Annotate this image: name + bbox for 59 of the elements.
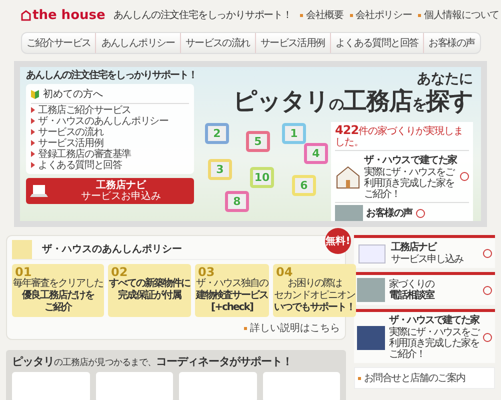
policy-lead: ザ・ハウス独自の xyxy=(196,278,268,290)
more-link[interactable]: 詳しい説明はこちら xyxy=(12,321,340,335)
policy-number: 02 xyxy=(111,266,128,278)
catchphrase: あんしんの注文住宅をしっかりサポート！ xyxy=(113,8,292,22)
hero-title: あんしんの注文住宅をしっかりサポート！ xyxy=(26,70,194,82)
sidebar-text: 実際にザ・ハウスをご利用頂き完成した家をご紹介！ xyxy=(389,327,479,360)
sidebar-title: ザ・ハウスで建てた家 xyxy=(389,315,479,326)
header-link[interactable]: 会社ポリシー xyxy=(350,8,412,22)
policy-text: 完成保証が付属 xyxy=(118,290,181,302)
navi-button[interactable]: 工務店ナビ サービスお申込み xyxy=(26,178,194,204)
laptop-icon xyxy=(30,184,48,198)
guide-link[interactable]: 工務店ご紹介サービス xyxy=(31,105,189,116)
policy-lead: セカンドオピニオン xyxy=(274,290,355,302)
logo[interactable]: the house xyxy=(20,8,106,22)
sidebar-link[interactable]: お問合せと店舗のご案内 xyxy=(354,367,495,389)
nav-item[interactable]: よくある質問と回答 xyxy=(330,33,423,53)
guide-link[interactable]: サービスの流れ xyxy=(31,127,189,138)
headline-small: あなたに xyxy=(417,71,473,87)
policy-lead: お困りの際は xyxy=(288,278,342,290)
photo-placeholder xyxy=(357,278,385,302)
guide-heading: 初めての方へ xyxy=(43,88,103,101)
policy-text: いつでもサポート！ xyxy=(274,302,355,314)
policy-text: [+check] xyxy=(211,302,253,314)
house-icon xyxy=(20,10,30,20)
nav-item[interactable]: お客様の声 xyxy=(422,33,480,53)
policy-text: 建物検査サービス xyxy=(196,290,268,302)
sidebar-card[interactable]: 工務店ナビ サービス申し込み xyxy=(354,235,495,268)
sidebar-text: 家づくりの xyxy=(389,278,436,290)
sidebar-title: 電話相談室 xyxy=(389,290,436,302)
leaf-icon xyxy=(31,89,39,99)
guide-link[interactable]: ザ・ハウスのあんしんポリシー xyxy=(31,116,189,127)
policy-number: 03 xyxy=(198,266,215,278)
count-text: 422件の家づくりが実現しました。 xyxy=(335,125,464,148)
policy-text: ご紹介 xyxy=(44,302,72,314)
nav-item[interactable]: ご紹介サービス xyxy=(22,33,96,53)
card-title: ザ・ハウスで建てた家 xyxy=(364,153,457,166)
photo-placeholder xyxy=(357,326,385,350)
voice-link[interactable]: お客様の声 xyxy=(366,206,413,220)
sidebar-card[interactable]: 家づくりの 電話相談室 xyxy=(354,272,495,305)
guide-link[interactable]: よくある質問と回答 xyxy=(31,160,189,171)
policy-lead: 毎年審査をクリアした xyxy=(13,278,103,289)
guide-link[interactable]: 登録工務店の審査基準 xyxy=(31,149,189,160)
house-icon xyxy=(335,164,361,188)
policy-number: 04 xyxy=(275,266,293,278)
header-link[interactable]: 個人情報について xyxy=(418,8,500,22)
policy-text: すべての新築物件に xyxy=(109,278,190,289)
sidebar-title: 工務店ナビ xyxy=(391,242,438,254)
guide-link[interactable]: サービス活用例 xyxy=(31,138,189,149)
nav-item[interactable]: サービスの流れ xyxy=(180,33,255,53)
card-text: 実際にザ・ハウスをご利用頂き完成した家をご紹介！ xyxy=(364,167,456,200)
sidebar-card[interactable]: ザ・ハウスで建てた家 実際にザ・ハウスをご利用頂き完成した家をご紹介！ xyxy=(354,309,495,363)
nav-item[interactable]: あんしんポリシー xyxy=(95,33,180,53)
policy-number: 01 xyxy=(15,266,32,278)
nav-item[interactable]: サービス活用例 xyxy=(254,33,330,53)
free-badge: 無料! xyxy=(325,228,351,254)
header-link[interactable]: 会社概要 xyxy=(300,8,344,22)
photo-placeholder xyxy=(335,205,363,221)
policy-text: 優良工務店だけを xyxy=(22,290,94,302)
sidebar-text: サービス申し込み xyxy=(391,254,464,264)
